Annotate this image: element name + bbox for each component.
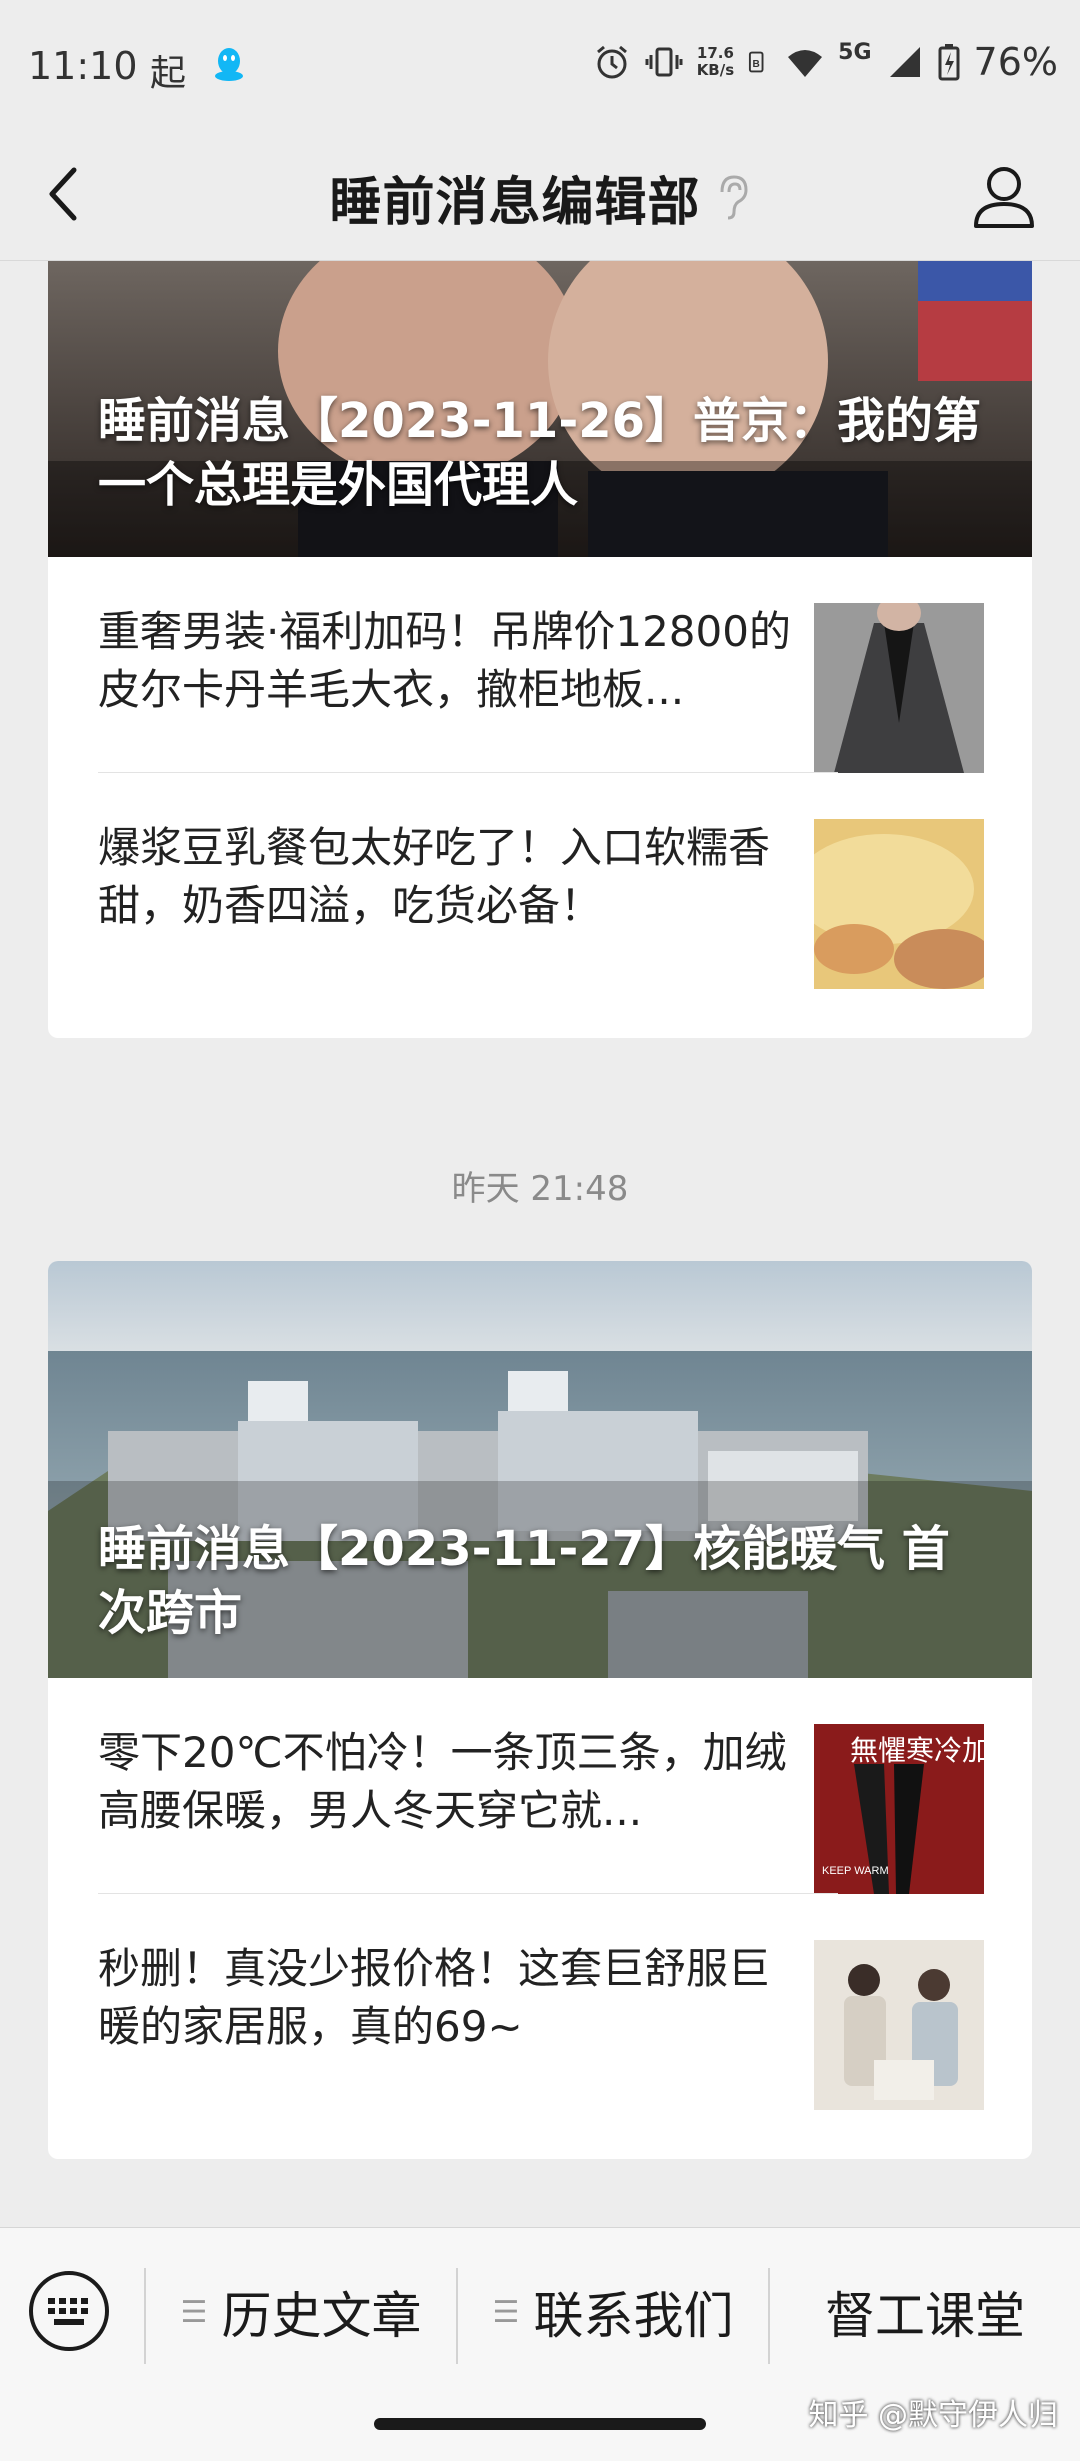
ear-icon[interactable] <box>712 172 752 222</box>
signal-icon <box>889 47 920 77</box>
list-item-thumbnail <box>814 603 984 773</box>
sim-icon: B <box>749 51 764 73</box>
message-timestamp: 昨天 21:48 <box>451 1169 629 1209</box>
list-item-title: 秒删！真没少报价格！这套巨舒服巨暖的家居服，真的69~ <box>98 1944 771 2051</box>
menu-list-icon: ☰ <box>180 2294 208 2330</box>
article-cover[interactable]: 睡前消息【2023-11-27】核能暖气 首次跨市 <box>48 1261 1032 1678</box>
menu-item-label: 历史文章 <box>221 2287 422 2345</box>
article-cover[interactable]: 睡前消息【2023-11-26】普京：我的第一个总理是外国代理人 <box>48 261 1032 557</box>
svg-text:B: B <box>753 59 760 70</box>
status-extra-glyph: 起 <box>150 53 187 94</box>
menu-contact-us[interactable]: ☰ 联系我们 <box>458 2264 768 2360</box>
battery-icon <box>938 44 960 81</box>
message-list[interactable]: 睡前消息【2023-11-26】普京：我的第一个总理是外国代理人 重奢男装·福利… <box>0 261 1080 2227</box>
list-item-thumbnail: 無懼寒冷加絨 KEEP WARM <box>814 1724 984 1894</box>
wifi-icon <box>788 50 823 77</box>
net-speed-unit: KB/s <box>696 61 735 79</box>
net-speed: 17.6 KB/s <box>697 45 734 79</box>
list-item[interactable]: 秒删！真没少报价格！这套巨舒服巨暖的家居服，真的69~ <box>48 1894 1032 2110</box>
keyboard-icon[interactable] <box>26 2268 112 2354</box>
list-item-title: 零下20℃不怕冷！一条顶三条，加绒高腰保暖，男人冬天穿它就... <box>98 1728 787 1835</box>
nav-bar: 睡前消息编辑部 <box>0 130 1080 261</box>
menu-list-icon: ☰ <box>492 2294 520 2330</box>
menu-history-articles[interactable]: ☰ 历史文章 <box>146 2264 456 2360</box>
status-time: 11:10 <box>28 44 138 88</box>
vibrate-icon <box>645 47 683 77</box>
list-item-title: 爆浆豆乳餐包太好吃了！入口软糯香甜，奶香四溢，吃货必备！ <box>98 823 771 930</box>
status-icons: 17.6 KB/s B 5G 76% <box>593 40 1058 84</box>
menu-item-label: 联系我们 <box>533 2287 734 2345</box>
network-type: 5G <box>838 39 872 65</box>
list-item[interactable]: 重奢男装·福利加码！吊牌价12800的皮尔卡丹羊毛大衣，撤柜地板... <box>48 557 1032 773</box>
menu-item-label: 督工课堂 <box>825 2287 1025 2345</box>
battery-level: 76% <box>973 40 1058 84</box>
profile-icon[interactable] <box>968 160 1040 232</box>
article-card: 睡前消息【2023-11-27】核能暖气 首次跨市 零下20℃不怕冷！一条顶三条… <box>48 1261 1032 2159</box>
list-item[interactable]: 零下20℃不怕冷！一条顶三条，加绒高腰保暖，男人冬天穿它就... 無懼寒冷加絨 … <box>48 1678 1032 1894</box>
thumb-headline: 無懼寒冷加絨 <box>850 1734 984 1767</box>
list-item[interactable]: 爆浆豆乳餐包太好吃了！入口软糯香甜，奶香四溢，吃货必备！ <box>48 773 1032 989</box>
list-item-thumbnail <box>814 819 984 989</box>
home-indicator[interactable] <box>374 2418 706 2430</box>
article-card: 睡前消息【2023-11-26】普京：我的第一个总理是外国代理人 重奢男装·福利… <box>48 261 1032 1038</box>
menu-supervisor-class[interactable]: 督工课堂 <box>770 2264 1080 2360</box>
list-item-thumbnail <box>814 1940 984 2110</box>
article-cover-title: 睡前消息【2023-11-26】普京：我的第一个总理是外国代理人 <box>98 393 982 513</box>
watermark: 知乎 @默守伊人归 <box>808 2398 1058 2433</box>
net-speed-value: 17.6 <box>696 44 734 62</box>
article-cover-title: 睡前消息【2023-11-27】核能暖气 首次跨市 <box>98 1521 950 1641</box>
qq-icon <box>215 48 243 81</box>
page-title: 睡前消息编辑部 <box>329 173 701 233</box>
thumb-subline: KEEP WARM <box>822 1865 889 1877</box>
list-item-title: 重奢男装·福利加码！吊牌价12800的皮尔卡丹羊毛大衣，撤柜地板... <box>98 607 791 714</box>
status-bar: 11:10 起 17.6 KB/s B 5G 76% <box>0 0 1080 130</box>
alarm-icon <box>596 45 627 79</box>
